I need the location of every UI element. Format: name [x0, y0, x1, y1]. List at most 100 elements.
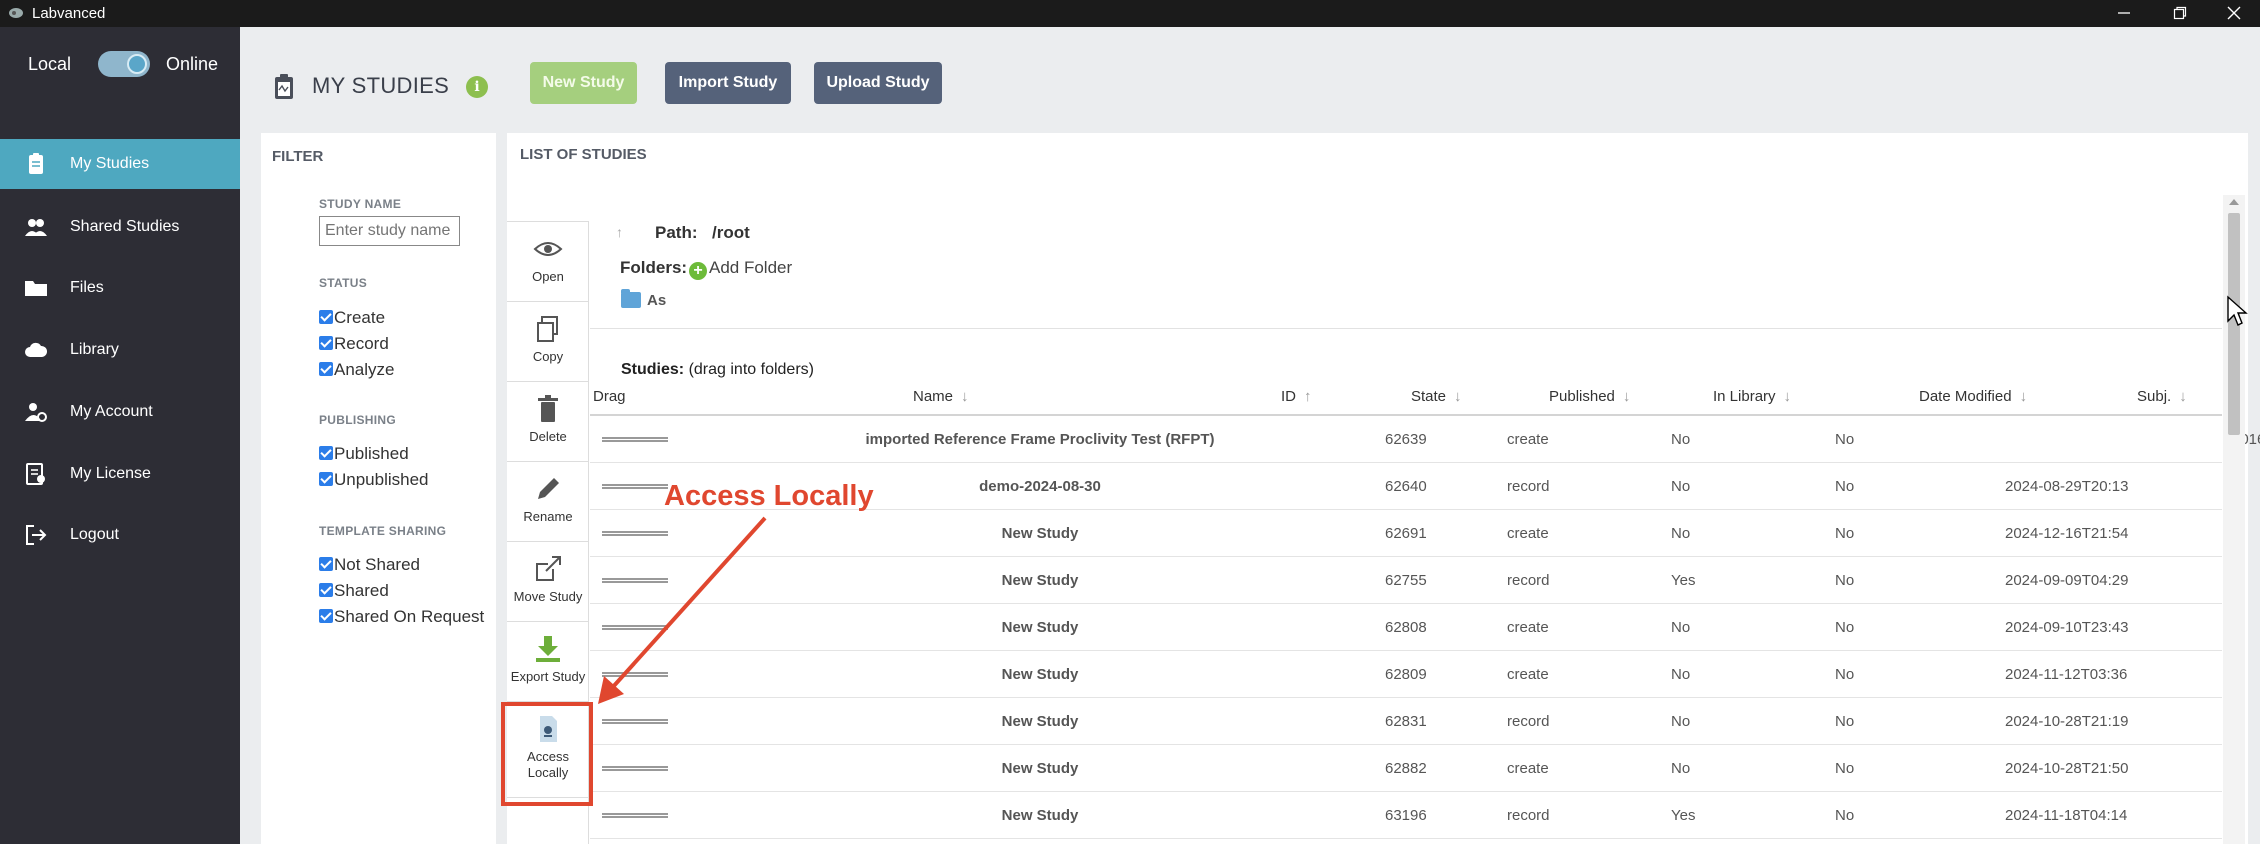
checkbox-label: Analyze [334, 360, 395, 379]
study-state: record [1507, 572, 1550, 589]
info-icon[interactable]: i [466, 76, 488, 98]
study-id: 62640 [1385, 478, 1427, 495]
study-id: 62755 [1385, 572, 1427, 589]
study-name: New Study [1001, 807, 1079, 824]
study-in-library: No [1835, 572, 1855, 589]
studies-hint: (drag into folders) [688, 361, 814, 378]
online-label: Online [166, 54, 219, 74]
sidebar-item-my-account[interactable]: My Account [0, 387, 240, 437]
study-state: record [1507, 478, 1550, 495]
study-state: create [1507, 666, 1549, 683]
not-shared-checkbox[interactable]: Not Shared [319, 555, 420, 577]
publishing-label: PUBLISHING [319, 413, 397, 427]
study-id: 62691 [1385, 525, 1427, 542]
checkbox-checked-icon [319, 557, 333, 571]
table-row[interactable]: New Study 62755 record Yes No 2024-09-09T04:2… [590, 557, 2240, 604]
export-study-tool-button[interactable]: Export Study [507, 622, 589, 702]
import-study-button[interactable]: Import Study [665, 62, 791, 104]
column-header-in-library[interactable]: In Library ↓ [1713, 388, 1791, 405]
sidebar-item-logout[interactable]: Logout [0, 510, 240, 560]
study-date-modified: 2024-09-10T23:43 [2005, 619, 2129, 636]
study-id: 62831 [1385, 713, 1427, 730]
table-row[interactable]: New Study 62691 create No No 2024-12-16T21:54… [590, 510, 2240, 557]
table-row[interactable]: New Study 62882 create No No 2024-10-28T21:50… [590, 745, 2240, 792]
minimize-button[interactable] [2101, 0, 2147, 27]
sidebar-item-my-license[interactable]: My License [0, 449, 240, 499]
study-published: No [1671, 713, 1691, 730]
published-checkbox[interactable]: Published [319, 444, 409, 466]
delete-tool-button[interactable]: Delete [507, 382, 589, 462]
checkbox-label: Unpublished [334, 470, 429, 489]
table-row[interactable]: New Study 62809 create No No 2024-11-12T03:36… [590, 651, 2240, 698]
tool-label: Move Study [513, 589, 583, 604]
add-folder-button[interactable]: + Add Folder [689, 258, 792, 280]
new-study-button[interactable]: New Study [530, 62, 637, 104]
status-create-checkbox[interactable]: Create [319, 308, 385, 330]
column-header-id[interactable]: ID ↑ [1281, 388, 1312, 405]
sort-up-icon: ↑ [1304, 388, 1312, 405]
open-tool-button[interactable]: Open [507, 222, 589, 302]
table-row[interactable]: New Study 62808 create No No 2024-09-10T23:43… [590, 604, 2240, 651]
sidebar-item-shared-studies[interactable]: Shared Studies [0, 202, 240, 252]
checkbox-checked-icon [319, 310, 333, 324]
table-row[interactable]: imported Reference Frame Proclivity Test… [590, 416, 2260, 463]
study-id: 62809 [1385, 666, 1427, 683]
up-directory-icon[interactable]: ↑ [616, 224, 623, 240]
status-analyze-checkbox[interactable]: Analyze [319, 360, 394, 382]
clipboard-icon [29, 153, 43, 174]
study-date-modified: 2024-08-29T20:13 [2005, 478, 2129, 495]
divider [590, 328, 2222, 329]
table-row[interactable]: New Study 63196 record Yes No 2024-11-18T04:1… [590, 792, 2240, 839]
copy-tool-button[interactable]: Copy [507, 302, 589, 382]
license-icon [26, 463, 45, 485]
sidebar: Local Online My Studies Shared Studies F… [0, 27, 240, 844]
sidebar-item-my-studies[interactable]: My Studies [0, 139, 240, 189]
move-study-tool-button[interactable]: Move Study [507, 542, 589, 622]
column-header-state[interactable]: State ↓ [1411, 388, 1462, 405]
restore-button[interactable] [2157, 0, 2203, 27]
study-in-library: No [1835, 478, 1855, 495]
unpublished-checkbox[interactable]: Unpublished [319, 470, 429, 492]
pencil-icon [538, 478, 559, 499]
folder-icon [25, 281, 47, 296]
close-button[interactable] [2211, 0, 2257, 27]
study-in-library: No [1835, 713, 1855, 730]
toggle-knob [127, 54, 147, 74]
path-label: Path: [655, 223, 698, 242]
status-record-checkbox[interactable]: Record [319, 334, 389, 356]
checkbox-checked-icon [319, 446, 333, 460]
study-published: No [1671, 431, 1691, 448]
sidebar-item-files[interactable]: Files [0, 263, 240, 313]
column-header-subj[interactable]: Subj. ↓ [2137, 388, 2187, 405]
column-header-published[interactable]: Published ↓ [1549, 388, 1630, 405]
column-label: Name [913, 388, 954, 405]
column-header-date-modified[interactable]: Date Modified ↓ [1919, 388, 2027, 405]
folder-item[interactable]: As [621, 289, 666, 309]
study-date-modified: 2024-10-28T21:19 [2005, 713, 2129, 730]
study-name-input[interactable] [319, 216, 460, 246]
rename-tool-button[interactable]: Rename [507, 462, 589, 542]
list-title: LIST OF STUDIES [520, 146, 647, 163]
scroll-up-arrow-icon[interactable] [2229, 199, 2239, 205]
study-published: No [1671, 619, 1691, 636]
sidebar-item-label: My License [70, 465, 151, 482]
scrollbar[interactable] [2223, 195, 2245, 844]
column-header-name[interactable]: Name ↓ [913, 388, 969, 405]
column-label: Date Modified [1919, 388, 2012, 405]
column-label: Published [1549, 388, 1615, 405]
path-value: /root [712, 223, 750, 242]
sidebar-item-library[interactable]: Library [0, 325, 240, 375]
tool-label: Copy [532, 349, 564, 364]
shared-on-request-checkbox[interactable]: Shared On Request [319, 607, 484, 629]
plus-icon: + [689, 262, 707, 280]
window-title: Labvanced [32, 5, 106, 22]
study-state: create [1507, 525, 1549, 542]
study-published: Yes [1671, 572, 1696, 589]
study-state: create [1507, 619, 1549, 636]
upload-study-button[interactable]: Upload Study [814, 62, 942, 104]
shared-checkbox[interactable]: Shared [319, 581, 389, 603]
table-row[interactable]: New Study 62831 record No No 2024-10-28T21:19… [590, 698, 2240, 745]
study-published: No [1671, 760, 1691, 777]
study-state: record [1507, 713, 1550, 730]
local-online-toggle[interactable] [98, 51, 150, 77]
